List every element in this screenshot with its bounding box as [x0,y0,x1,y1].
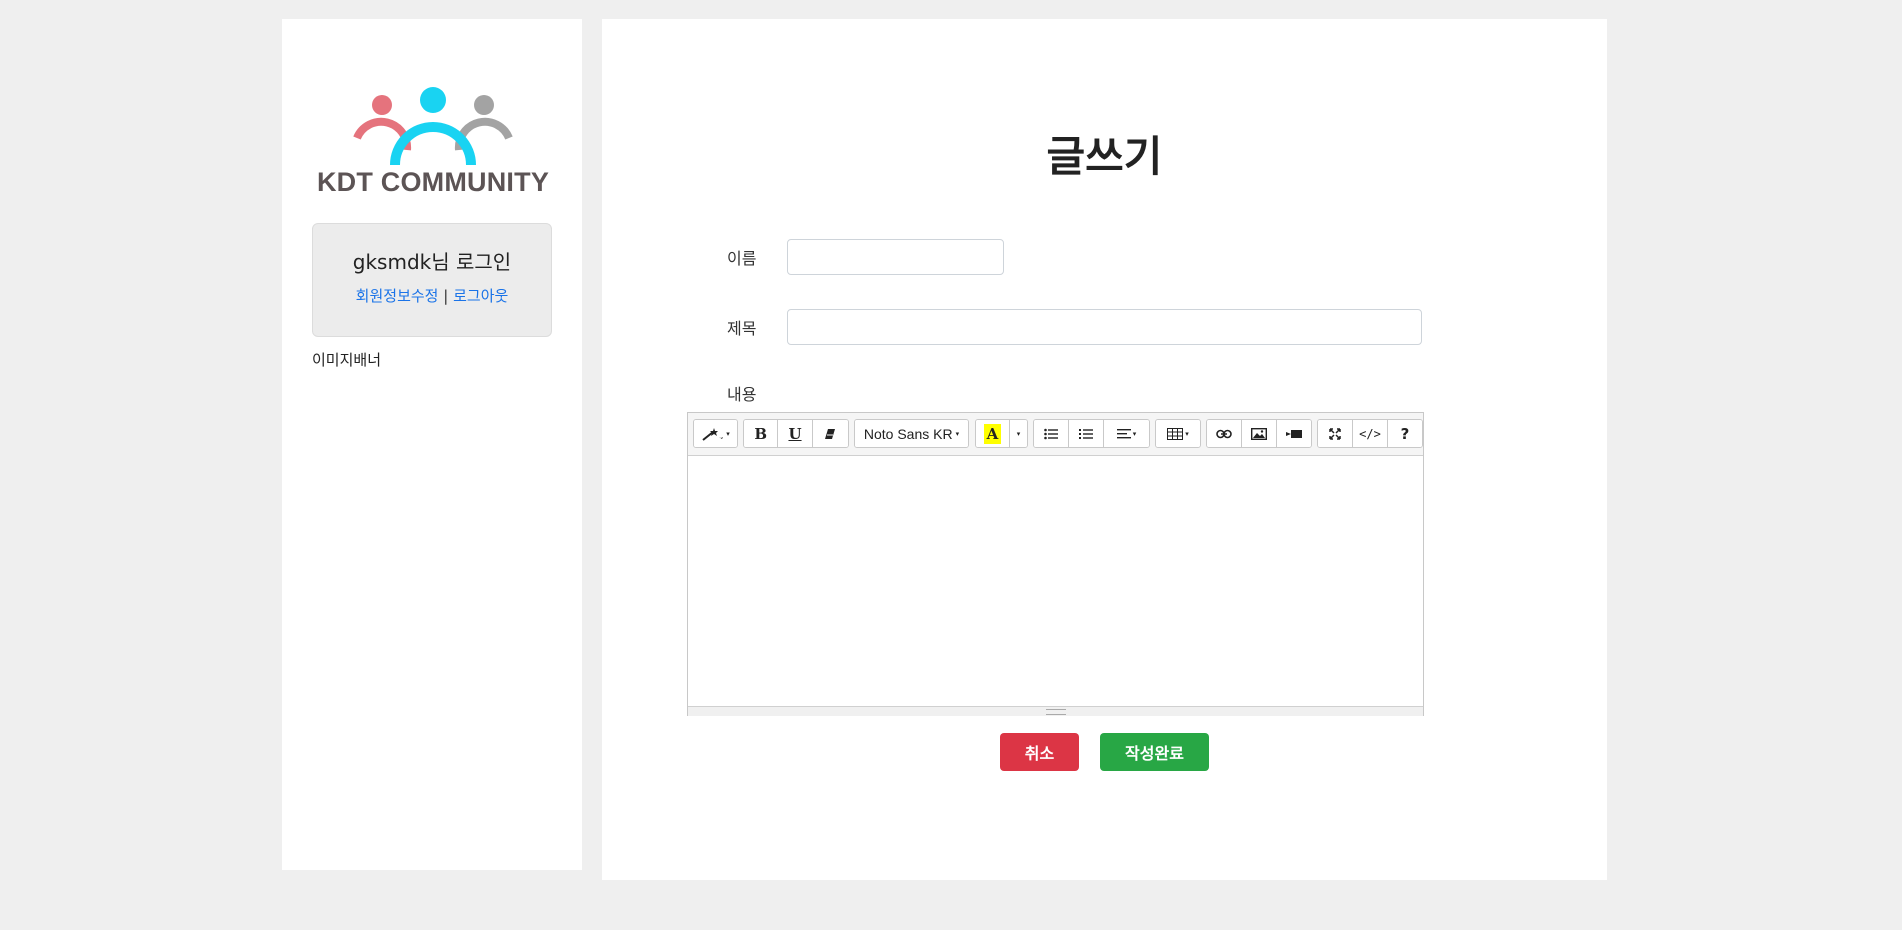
link-separator: | [443,287,449,305]
name-label: 이름 [727,249,757,268]
magic-icon[interactable]: ▾ [694,420,737,447]
ordered-list-icon[interactable] [1069,420,1104,447]
editor-resize-handle[interactable] [688,706,1423,716]
login-greeting: gksmdk님 로그인 [352,250,512,274]
code-view-icon[interactable]: </> [1353,420,1388,447]
table-group: ▾ [1155,419,1201,448]
logo-text: KDT COMMUNITY [316,167,550,197]
video-icon[interactable] [1277,420,1311,447]
editor-toolbar: ▾ B U Noto Sans KR ▾ A ▾ ▾ ▾ </> ? [688,413,1423,456]
submit-button[interactable]: 작성완료 [1100,733,1209,771]
page-title: 글쓰기 [1046,132,1163,181]
grip-icon [1045,708,1066,715]
chevron-down-icon: ▾ [955,430,960,438]
font-style-group: B U [743,419,849,448]
view-group: </> ? [1317,419,1423,448]
sidebar: KDT COMMUNITY gksmdk님 로그인 회원정보수정 | 로그아웃 … [282,19,582,870]
unordered-list-icon[interactable] [1034,420,1069,447]
color-group: A ▾ [975,419,1028,448]
edit-profile-link[interactable]: 회원정보수정 [356,287,439,305]
highlight-color-icon[interactable]: A [976,420,1010,447]
content-label: 내용 [727,385,757,404]
eraser-icon[interactable] [812,420,848,447]
account-links: 회원정보수정 | 로그아웃 [313,285,551,306]
underline-icon[interactable]: U [778,420,813,447]
paragraph-group: ▾ [1033,419,1150,448]
subject-input[interactable] [787,309,1422,345]
font-name-group: Noto Sans KR ▾ [854,419,969,448]
table-icon[interactable]: ▾ [1156,420,1200,447]
font-name-label: Noto Sans KR [863,425,953,442]
rich-text-editor: ▾ B U Noto Sans KR ▾ A ▾ ▾ ▾ </> ? [687,412,1424,716]
picture-icon[interactable] [1242,420,1277,447]
help-icon[interactable]: ? [1388,420,1422,447]
main-content: 글쓰기 이름 제목 내용 ▾ B U Noto Sans KR ▾ A ▾ ▾ … [602,19,1607,880]
editor-content-area[interactable] [688,456,1423,706]
style-group: ▾ [693,419,738,448]
link-icon[interactable] [1207,420,1242,447]
color-dropdown[interactable]: ▾ [1010,420,1027,447]
fullscreen-icon[interactable] [1318,420,1353,447]
image-banner: 이미지배너 [312,351,382,369]
insert-group [1206,419,1312,448]
name-input[interactable] [787,239,1004,275]
align-icon[interactable]: ▾ [1104,420,1149,447]
subject-label: 제목 [727,319,757,338]
logout-link[interactable]: 로그아웃 [453,287,508,305]
font-dropdown[interactable]: Noto Sans KR ▾ [855,420,968,447]
login-status-box: gksmdk님 로그인 회원정보수정 | 로그아웃 [312,223,552,337]
cancel-button[interactable]: 취소 [1000,733,1079,771]
bold-icon[interactable]: B [744,420,779,447]
